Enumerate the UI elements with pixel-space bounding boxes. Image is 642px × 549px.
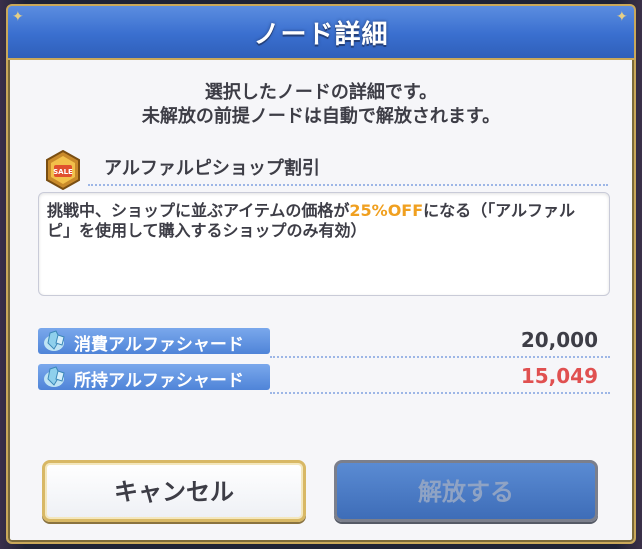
release-button[interactable]: 解放する <box>334 460 598 522</box>
divider <box>270 392 610 394</box>
owned-shard-value: 15,049 <box>520 364 598 388</box>
effect-highlight: 25%OFF <box>349 201 424 220</box>
svg-text:SALE: SALE <box>53 168 73 176</box>
owned-shard-label: 所持アルファシャード <box>38 364 270 391</box>
alpha-shard-icon <box>44 330 65 351</box>
consume-shard-label-text: 消費アルファシャード <box>74 335 244 355</box>
description-line-2: 未解放の前提ノードは自動で解放されます。 <box>141 106 501 127</box>
consume-shard-label: 消費アルファシャード <box>38 328 270 355</box>
node-detail-dialog: ノード詳細 ✦ ✦ 選択したノードの詳細です。 未解放の前提ノードは自動で解放さ… <box>6 4 636 544</box>
divider <box>270 356 610 358</box>
alpha-shard-icon <box>44 366 65 387</box>
effect-text-before: 挑戦中、ショップに並ぶアイテムの価格が <box>47 201 350 220</box>
shop-sale-icon: SALE <box>46 150 80 190</box>
dialog-header: ノード詳細 ✦ ✦ <box>8 6 634 60</box>
divider <box>88 184 608 186</box>
dialog-title: ノード詳細 <box>253 20 389 50</box>
corner-ornament-icon: ✦ <box>616 9 628 25</box>
node-name: アルファルピショップ割引 <box>104 158 320 179</box>
description-line-1: 選択したノードの詳細です。 <box>204 82 438 103</box>
node-effect-box: 挑戦中、ショップに並ぶアイテムの価格が25%OFFになる（「アルファルピ」を使用… <box>38 192 610 296</box>
node-effect-text: 挑戦中、ショップに並ぶアイテムの価格が25%OFFになる（「アルファルピ」を使用… <box>47 201 599 241</box>
consume-shard-value: 20,000 <box>520 328 598 352</box>
cancel-button[interactable]: キャンセル <box>42 460 306 522</box>
owned-shard-label-text: 所持アルファシャード <box>74 371 244 391</box>
corner-ornament-icon: ✦ <box>12 9 24 25</box>
